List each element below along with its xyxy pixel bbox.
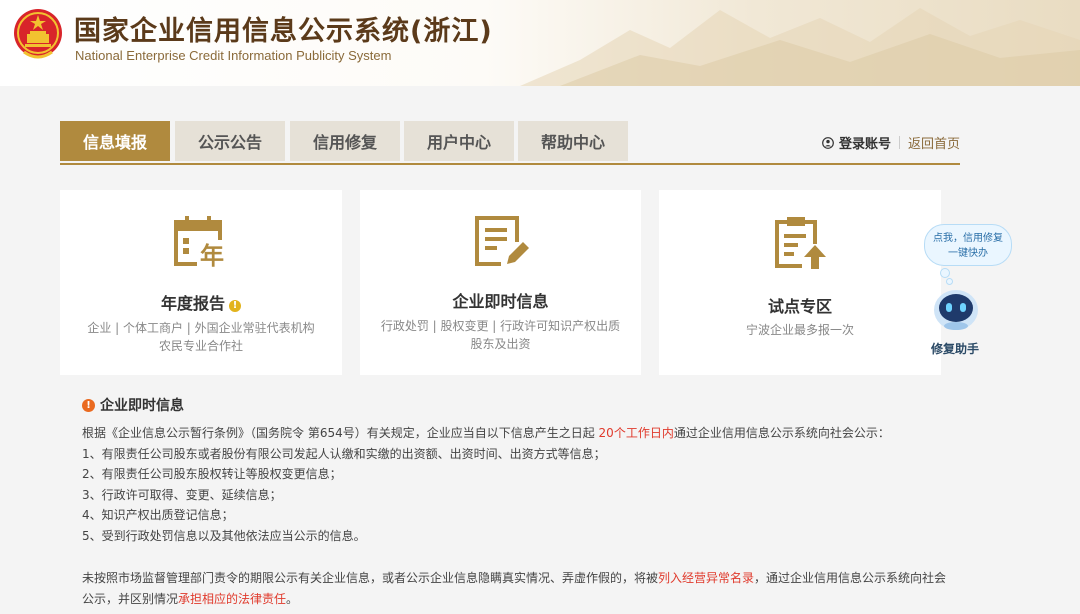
document-edit-icon bbox=[474, 216, 529, 270]
user-icon bbox=[822, 136, 834, 149]
card-pilot-zone[interactable]: 试点专区 宁波企业最多报一次 bbox=[659, 190, 941, 375]
site-subtitle: National Enterprise Credit Information P… bbox=[75, 48, 392, 63]
card-annual-report[interactable]: 年 年度报告! 企业 | 个体工商户 | 外国企业常驻代表机构 农民专业合作社 bbox=[60, 190, 342, 375]
site-title: 国家企业信用信息公示系统(浙江) bbox=[74, 16, 493, 47]
card-description: 企业 | 个体工商户 | 外国企业常驻代表机构 农民专业合作社 bbox=[87, 321, 315, 353]
repair-assistant[interactable]: 点我，信用修复 一键快办 修复助手 bbox=[922, 222, 1018, 362]
svg-text:年: 年 bbox=[200, 242, 224, 270]
notice-body: 根据《企业信息公示暂行条例》（国务院令 第654号）有关规定，企业应当自以下信息… bbox=[82, 423, 952, 609]
bubble-dot bbox=[940, 268, 950, 278]
login-link[interactable]: 登录账号 bbox=[822, 133, 891, 152]
notice-item: 4、知识产权出质登记信息； bbox=[82, 508, 234, 522]
site-header: 国家企业信用信息公示系统(浙江) National Enterprise Cre… bbox=[0, 0, 1080, 86]
notice-item: 5、受到行政处罚信息以及其他依法应当公示的信息。 bbox=[82, 528, 366, 543]
home-link[interactable]: 返回首页 bbox=[908, 133, 960, 152]
tab-help-center[interactable]: 帮助中心 bbox=[518, 121, 628, 161]
bubble-dot bbox=[946, 278, 953, 285]
notice-title: ! 企业即时信息 bbox=[82, 395, 184, 415]
nav-account-links: 登录账号 返回首页 bbox=[822, 133, 960, 152]
card-description: 行政处罚 | 股权变更 | 行政许可知识产权出质 股东及出资 bbox=[380, 319, 621, 351]
robot-icon bbox=[934, 290, 978, 330]
tab-public-notice[interactable]: 公示公告 bbox=[175, 121, 285, 161]
card-description: 宁波企业最多报一次 bbox=[745, 323, 854, 337]
main-nav: 信息填报 公示公告 信用修复 用户中心 帮助中心 登录账号 返回首页 bbox=[60, 121, 960, 165]
calendar-year-icon: 年 bbox=[174, 216, 227, 270]
clipboard-upload-icon bbox=[775, 217, 828, 270]
alert-icon: ! bbox=[82, 398, 95, 412]
tab-credit-repair[interactable]: 信用修复 bbox=[290, 121, 400, 161]
notice-item: 1、有限责任公司股东或者股份有限公司发起人认缴和实缴的出资额、出资时间、出资方式… bbox=[82, 446, 606, 461]
mountain-background bbox=[520, 8, 1080, 86]
notice-item: 2、有限责任公司股东股权转让等股权变更信息； bbox=[82, 467, 342, 481]
card-title: 年度报告! bbox=[60, 290, 342, 314]
nav-divider bbox=[898, 136, 900, 149]
notice-item: 3、行政许可取得、变更、延续信息； bbox=[82, 487, 282, 502]
assistant-speech-bubble[interactable]: 点我，信用修复 一键快办 bbox=[924, 224, 1012, 266]
warning-icon[interactable]: ! bbox=[229, 300, 241, 312]
card-title: 试点专区 bbox=[767, 297, 832, 316]
tab-user-center[interactable]: 用户中心 bbox=[404, 121, 514, 161]
card-title: 企业即时信息 bbox=[452, 292, 549, 311]
login-label: 登录账号 bbox=[838, 137, 891, 152]
assistant-label: 修复助手 bbox=[930, 342, 979, 356]
card-instant-info[interactable]: 企业即时信息 行政处罚 | 股权变更 | 行政许可知识产权出质 股东及出资 bbox=[360, 190, 641, 375]
national-emblem-icon bbox=[14, 9, 62, 59]
tab-info-filing[interactable]: 信息填报 bbox=[60, 121, 170, 161]
notice-intro: 根据《企业信息公示暂行条例》（国务院令 第654号）有关规定，企业应当自以下信息… bbox=[82, 426, 890, 440]
notice-footer: 未按照市场监督管理部门责令的期限公示有关企业信息，或者公示企业信息隐瞒真实情况、… bbox=[82, 571, 947, 606]
